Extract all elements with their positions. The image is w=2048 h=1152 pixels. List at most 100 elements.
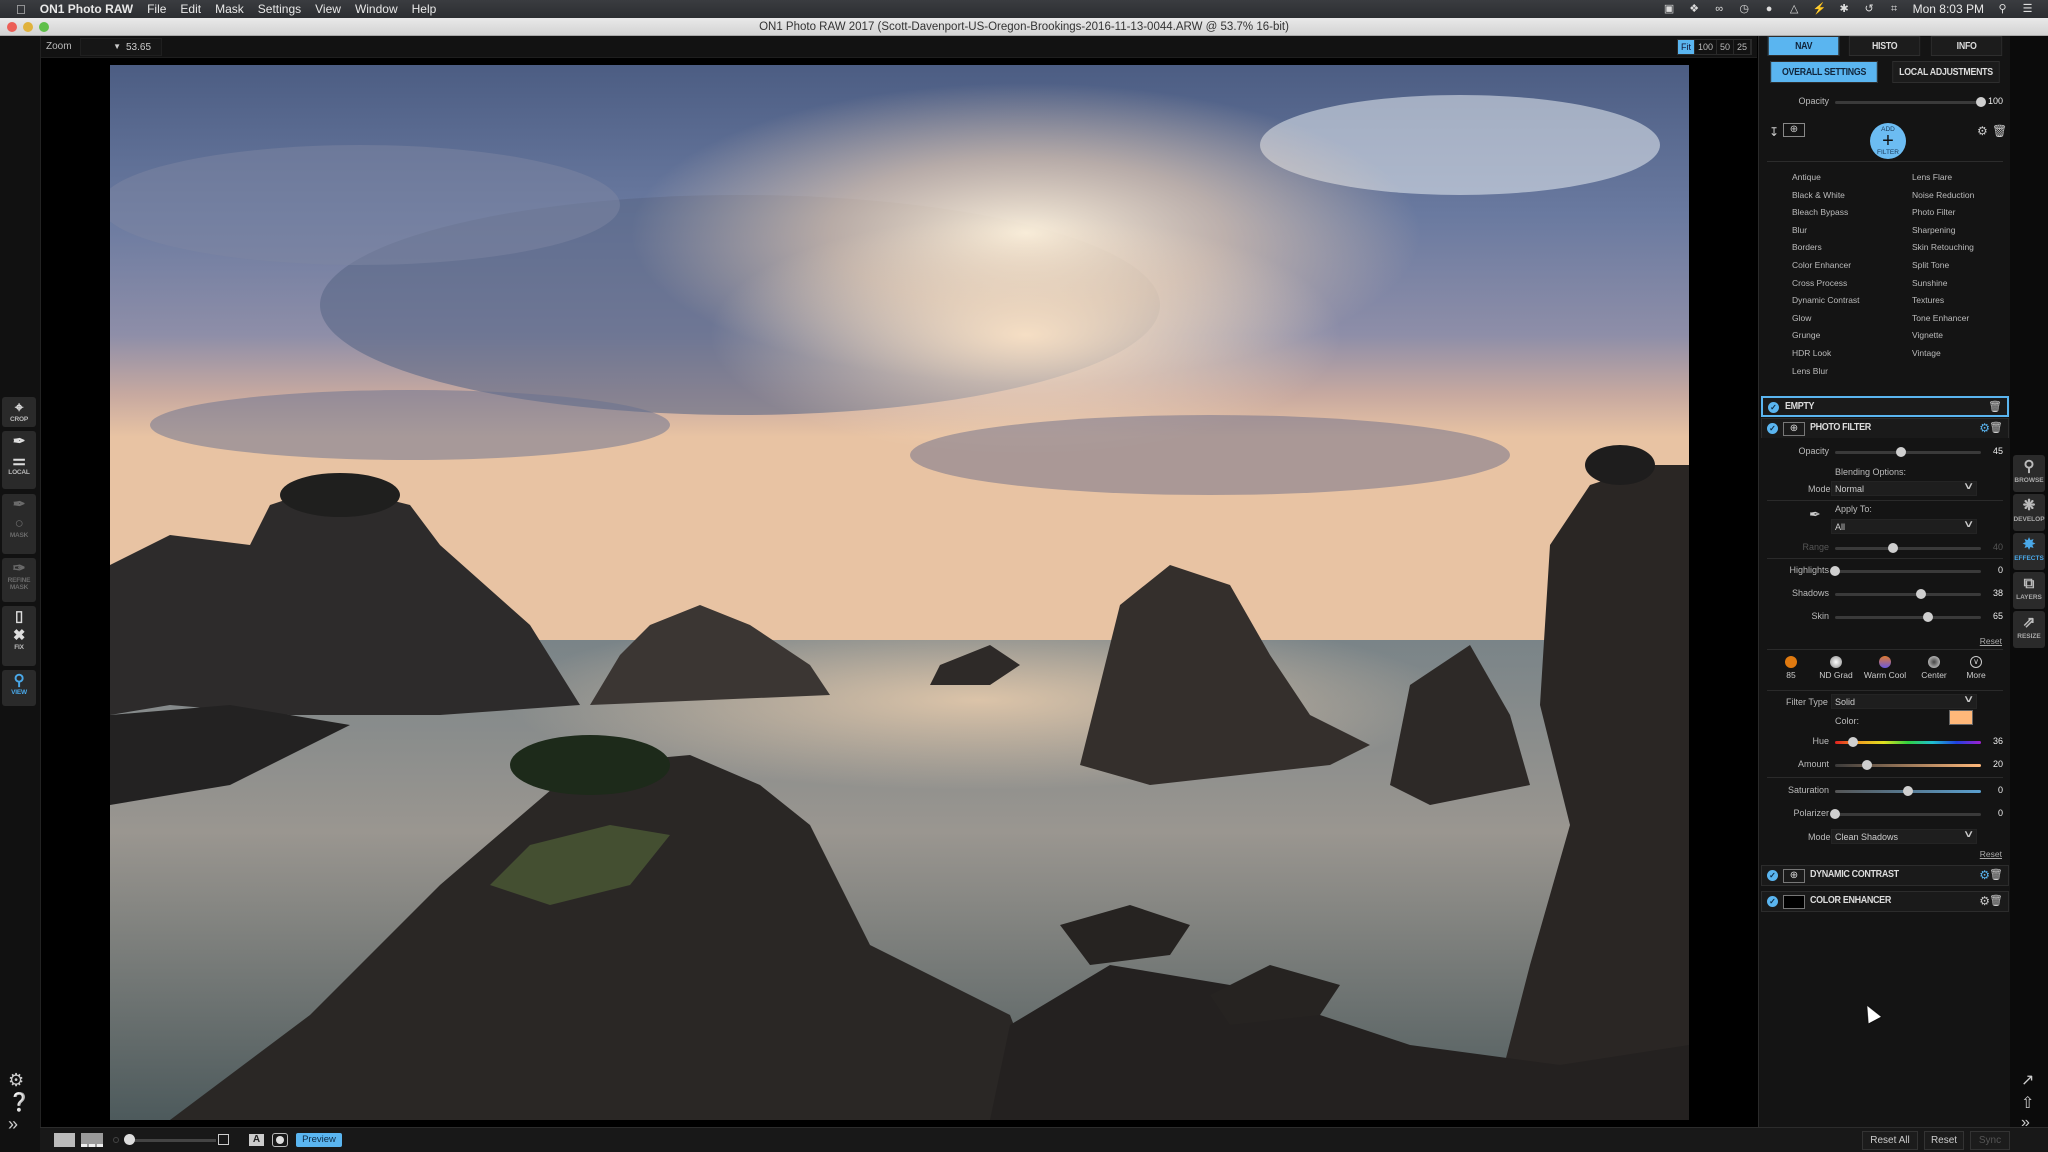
tool-mask-brush[interactable]: ✒ [2, 494, 36, 513]
blend-mode-dropdown[interactable]: Normal ∨ [1831, 481, 1977, 496]
tab-histo[interactable]: HISTO [1849, 36, 1921, 56]
apple-menu-icon[interactable]:  [16, 2, 26, 17]
skin-slider[interactable]: Skin 65 [1763, 610, 2007, 624]
add-filter-button[interactable]: ADD + FILTER [1870, 123, 1906, 159]
trash-icon[interactable]: 🗑 [1989, 894, 2003, 907]
slider-knob[interactable] [1895, 447, 1906, 457]
photo-filter-opacity-slider[interactable]: Opacity 45 [1763, 445, 2007, 459]
filter-item[interactable]: Sunshine [1912, 275, 1974, 293]
zoom-25-button[interactable]: 25 [1734, 40, 1752, 54]
reset-button[interactable]: Reset [1924, 1131, 1964, 1150]
photo-preview[interactable] [110, 65, 1689, 1120]
trash-icon[interactable]: 🗑 [1989, 421, 2003, 434]
menu-app-name[interactable]: ON1 Photo RAW [40, 2, 133, 16]
settings-gear-icon[interactable]: ⚙ [1977, 124, 1988, 138]
import-preset-icon[interactable]: ↧ [1769, 125, 1779, 139]
tab-nav[interactable]: NAV [1767, 36, 1840, 56]
apply-to-dropdown[interactable]: All ∨ [1831, 519, 1977, 534]
filter-item[interactable]: Bleach Bypass [1792, 204, 1860, 222]
filter-item[interactable]: Lens Blur [1792, 363, 1860, 381]
filter-item[interactable]: Lens Flare [1912, 169, 1974, 187]
single-view-button[interactable] [54, 1133, 75, 1147]
filter-item[interactable]: Vintage [1912, 345, 1974, 363]
menu-mask[interactable]: Mask [215, 2, 244, 16]
module-develop[interactable]: ❋ DEVELOP [2013, 494, 2045, 531]
amount-track[interactable] [1835, 764, 1981, 767]
mask-thumbnail[interactable]: ⊕ [1783, 869, 1805, 883]
mask-thumbnail[interactable] [1783, 895, 1805, 909]
saturation-slider[interactable]: Saturation 0 [1763, 784, 2007, 798]
shadows-slider[interactable]: Shadows 38 [1763, 587, 2007, 601]
slider-knob[interactable] [1976, 97, 1986, 107]
tool-fix-eraser[interactable]: ▯ [2, 606, 36, 625]
checkmark-icon[interactable]: ✓ [1767, 896, 1778, 907]
creative-cloud-icon[interactable]: ∞ [1713, 3, 1726, 15]
module-effects[interactable]: ✸ EFFECTS [2013, 533, 2045, 570]
filter-item[interactable]: Photo Filter [1912, 204, 1974, 222]
slider-knob[interactable] [1862, 760, 1873, 770]
amount-slider[interactable]: Amount 20 [1763, 758, 2007, 772]
menu-edit[interactable]: Edit [180, 2, 201, 16]
slider-track[interactable] [1835, 813, 1981, 816]
checkmark-icon[interactable]: ✓ [1768, 402, 1779, 413]
filmstrip-view-button[interactable] [81, 1133, 103, 1147]
airplay-icon[interactable]: △ [1788, 3, 1801, 15]
slider-track[interactable] [1835, 101, 1981, 104]
time-machine-icon[interactable]: ↺ [1863, 3, 1876, 15]
checkmark-icon[interactable]: ✓ [1767, 423, 1778, 434]
slider-knob[interactable] [1888, 543, 1899, 553]
menu-clock[interactable]: Mon 8:03 PM [1913, 2, 1984, 16]
zoom-fit-button[interactable]: Fit [1678, 40, 1695, 54]
layer-row-photo-filter[interactable]: ✓ ⊕ PHOTO FILTER ⚙ 🗑 [1761, 418, 2009, 438]
tool-view[interactable]: ⚲ VIEW [2, 670, 36, 697]
slider-knob[interactable] [1830, 566, 1840, 576]
color-swatch[interactable] [1949, 710, 1973, 725]
slider-track[interactable] [1835, 451, 1981, 454]
show-mask-button[interactable] [272, 1133, 288, 1147]
tool-local[interactable]: ⚌ LOCAL [2, 450, 36, 477]
window-zoom-button[interactable] [39, 22, 49, 32]
tool-crop[interactable]: ⌖ CROP [2, 397, 36, 424]
hue-slider[interactable]: Hue 36 [1763, 735, 2007, 749]
module-layers[interactable]: ⧉ LAYERS [2013, 572, 2045, 609]
notification-center-icon[interactable]: ☰ [2021, 3, 2034, 15]
auto-button[interactable]: A [249, 1134, 264, 1146]
clock-icon[interactable]: ◷ [1738, 3, 1751, 15]
filter-item[interactable]: Glow [1792, 310, 1860, 328]
help-icon[interactable]: ❔ [8, 1092, 30, 1113]
slider-knob[interactable] [124, 1134, 135, 1145]
layer-row-dynamic-contrast[interactable]: ✓ ⊕ DYNAMIC CONTRAST ⚙ 🗑 [1761, 865, 2009, 886]
filter-item[interactable]: Grunge [1792, 327, 1860, 345]
trash-icon[interactable]: 🗑 [1989, 868, 2003, 881]
preview-button[interactable]: Preview [296, 1133, 342, 1147]
menu-view[interactable]: View [315, 2, 341, 16]
slider-knob[interactable] [1830, 809, 1840, 819]
reset-all-button[interactable]: Reset All [1862, 1131, 1918, 1150]
zoom-dropdown[interactable]: 53.65 ▼ [80, 38, 162, 56]
reset-link[interactable]: Reset [1980, 849, 2002, 859]
trash-icon[interactable]: 🗑 [1992, 124, 2007, 138]
preset-nd-grad[interactable]: ND Grad [1814, 656, 1858, 680]
menu-window[interactable]: Window [355, 2, 398, 16]
tool-mask[interactable]: ○ MASK [2, 513, 36, 540]
add-mask-button[interactable]: ⊕ [1783, 123, 1805, 137]
filter-item[interactable]: Borders [1792, 239, 1860, 257]
checkmark-icon[interactable]: ✓ [1767, 870, 1778, 881]
slider-knob[interactable] [1923, 612, 1934, 622]
polarizer-mode-dropdown[interactable]: Clean Shadows ∨ [1831, 829, 1977, 844]
disk-icon[interactable]: ● [1763, 3, 1776, 15]
slider-track[interactable] [1835, 593, 1981, 596]
menu-help[interactable]: Help [412, 2, 437, 16]
filter-item[interactable]: Tone Enhancer [1912, 310, 1974, 328]
filter-item[interactable]: Blur [1792, 222, 1860, 240]
trash-icon[interactable]: 🗑 [1988, 400, 2002, 413]
slider-track[interactable] [1835, 547, 1981, 550]
layer-row-color-enhancer[interactable]: ✓ COLOR ENHANCER ⚙ 🗑 [1761, 891, 2009, 912]
bolt-icon[interactable]: ⚡ [1813, 3, 1827, 15]
filter-item[interactable]: HDR Look [1792, 345, 1860, 363]
filter-item[interactable]: Split Tone [1912, 257, 1974, 275]
wifi-icon[interactable]: ⌗ [1888, 3, 1901, 15]
preset-85[interactable]: 85 [1769, 656, 1813, 680]
preset-center[interactable]: Center [1912, 656, 1956, 680]
spotlight-search-icon[interactable]: ⚲ [1996, 3, 2009, 15]
